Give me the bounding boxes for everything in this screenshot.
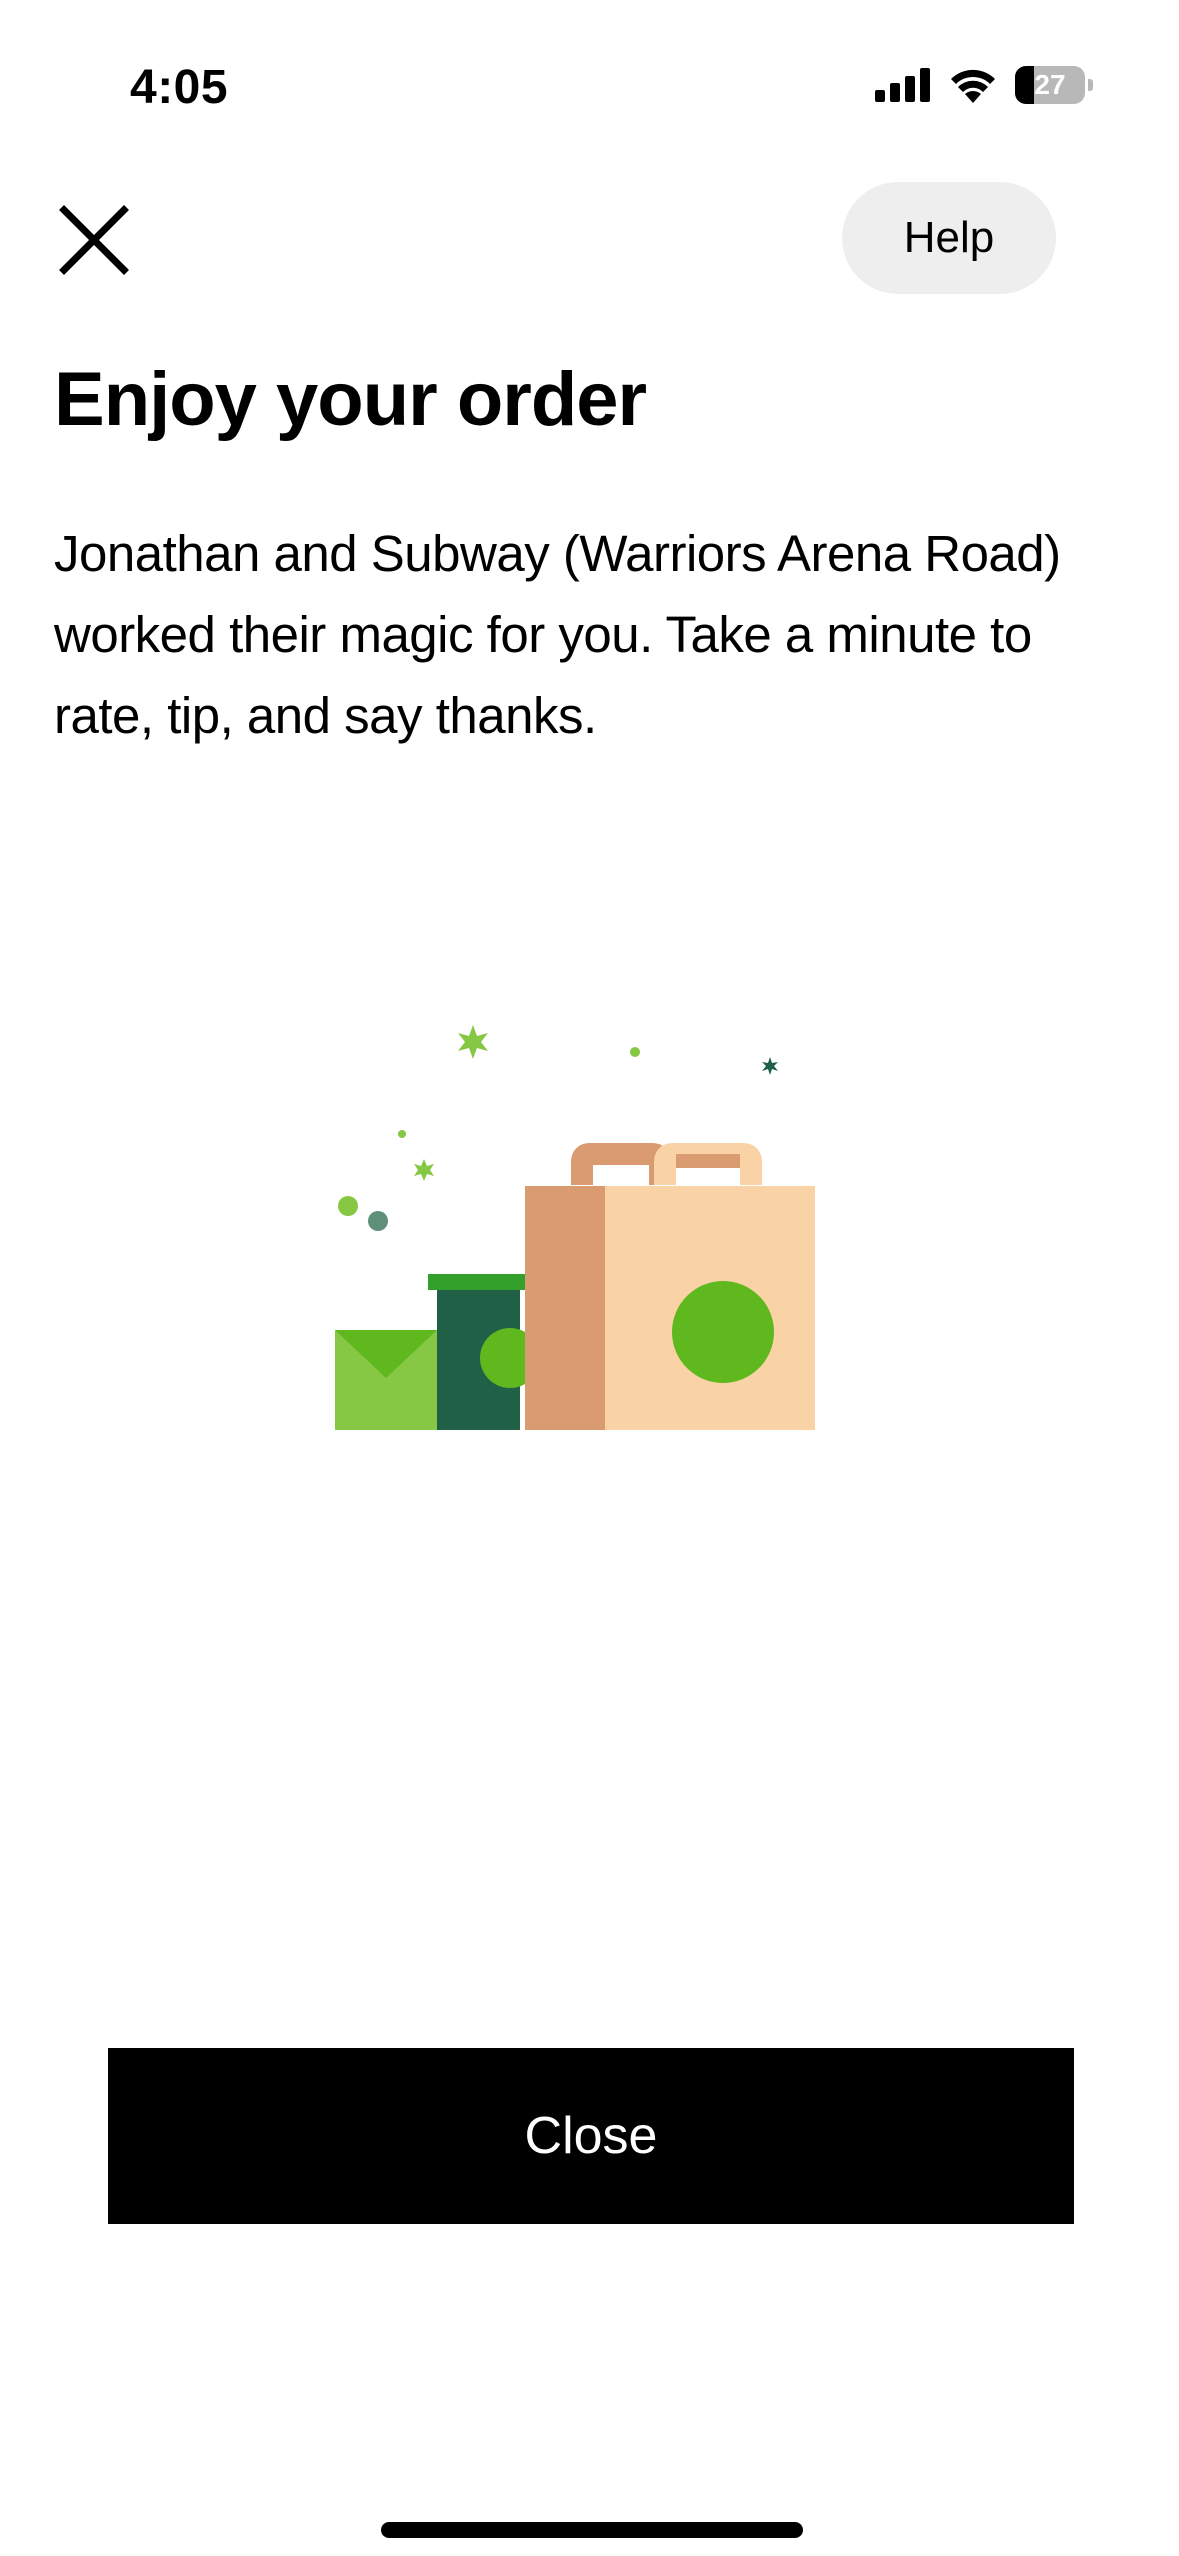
confetti-star-small — [414, 1159, 434, 1181]
status-icons: 27 — [875, 66, 1093, 104]
bag-front-handle-shade — [676, 1154, 740, 1168]
thank-you-message: Jonathan and Subway (Warriors Arena Road… — [54, 525, 1061, 744]
confetti-dot — [368, 1211, 388, 1231]
confetti-star-large — [458, 1025, 488, 1059]
battery-body: 27 — [1015, 66, 1085, 104]
confetti-star-dark — [762, 1057, 778, 1075]
page-title: Enjoy your order — [54, 357, 647, 442]
confetti-dot — [398, 1130, 406, 1138]
bag-back-handle — [571, 1143, 671, 1185]
cup-lid — [428, 1274, 528, 1290]
confetti-dot — [630, 1047, 640, 1057]
cellular-signal-icon — [875, 68, 930, 102]
confetti-dot — [338, 1196, 358, 1216]
close-button[interactable]: Close — [108, 2048, 1074, 2224]
order-bags-illustration — [335, 1025, 815, 1430]
battery-icon: 27 — [1015, 66, 1093, 104]
wifi-icon — [951, 69, 995, 103]
close-icon[interactable] — [54, 200, 134, 280]
battery-level: 27 — [1034, 69, 1066, 100]
status-time: 4:05 — [130, 61, 229, 114]
status-bar: 4:05 27 — [0, 0, 1179, 150]
home-indicator — [381, 2522, 803, 2538]
bag-logo — [672, 1281, 774, 1383]
help-button[interactable]: Help — [842, 182, 1056, 294]
battery-tip — [1088, 79, 1093, 91]
